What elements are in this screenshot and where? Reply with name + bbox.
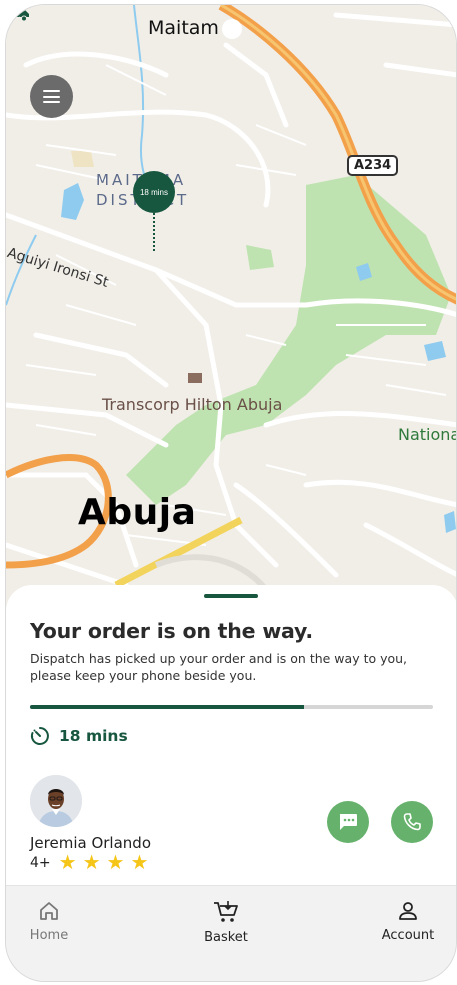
nav-label-home: Home xyxy=(29,928,69,943)
phone-frame: Maitam MAITAMA DISTRICT Aguiyi Ironsi St… xyxy=(5,4,457,982)
menu-icon xyxy=(43,90,60,92)
order-status-title: Your order is on the way. xyxy=(30,619,313,643)
chat-icon xyxy=(339,814,357,830)
user-icon xyxy=(399,902,417,920)
driver-photo xyxy=(30,775,82,827)
home-icon xyxy=(40,902,58,920)
nav-label-basket: Basket xyxy=(204,930,248,945)
rating-value: 4+ xyxy=(30,855,51,871)
star-icon: ★ xyxy=(106,852,125,874)
delivery-progress-bar xyxy=(30,705,433,709)
chat-button[interactable] xyxy=(327,801,369,843)
nav-item-basket[interactable]: Basket xyxy=(196,900,256,945)
menu-button[interactable] xyxy=(30,75,73,118)
map-label-city: Abuja xyxy=(78,492,197,533)
avatar xyxy=(30,775,82,827)
truck-icon xyxy=(6,7,29,22)
nav-item-home[interactable]: Home xyxy=(24,900,74,943)
map-label-maitam: Maitam xyxy=(148,17,219,39)
order-status-sheet: Your order is on the way. Dispatch has p… xyxy=(6,585,456,905)
map-label-hotel: Transcorp Hilton Abuja xyxy=(102,395,283,414)
nav-item-account[interactable]: Account xyxy=(376,900,440,943)
basket-icon xyxy=(214,901,238,922)
menu-icon-bar xyxy=(43,101,60,103)
phone-icon xyxy=(403,813,421,831)
star-icon: ★ xyxy=(58,852,77,874)
star-icon: ★ xyxy=(130,852,149,874)
map-label-national: Nationa xyxy=(398,425,457,444)
star-icon: ★ xyxy=(82,852,101,874)
timer-icon xyxy=(30,727,49,745)
bottom-nav: Home Basket Account xyxy=(6,885,456,981)
driver-rating: 4+ ★ ★ ★ ★ xyxy=(30,853,148,873)
eta-text: 18 mins xyxy=(59,727,128,745)
map-canvas xyxy=(6,5,456,645)
eta-row: 18 mins xyxy=(30,726,128,746)
order-status-subtitle: Dispatch has picked up your order and is… xyxy=(30,651,408,683)
driver-name: Jeremia Orlando xyxy=(30,834,151,852)
road-shield: A234 xyxy=(347,155,399,176)
map-view[interactable]: Maitam MAITAMA DISTRICT Aguiyi Ironsi St… xyxy=(6,5,457,645)
sheet-drag-handle[interactable] xyxy=(204,594,258,598)
eta-bubble: 18 mins xyxy=(133,171,175,213)
call-button[interactable] xyxy=(391,801,433,843)
delivery-progress-fill xyxy=(30,705,305,709)
nav-label-account: Account xyxy=(381,928,435,943)
menu-icon-bar xyxy=(43,95,60,98)
eta-bubble-stem xyxy=(153,213,155,251)
